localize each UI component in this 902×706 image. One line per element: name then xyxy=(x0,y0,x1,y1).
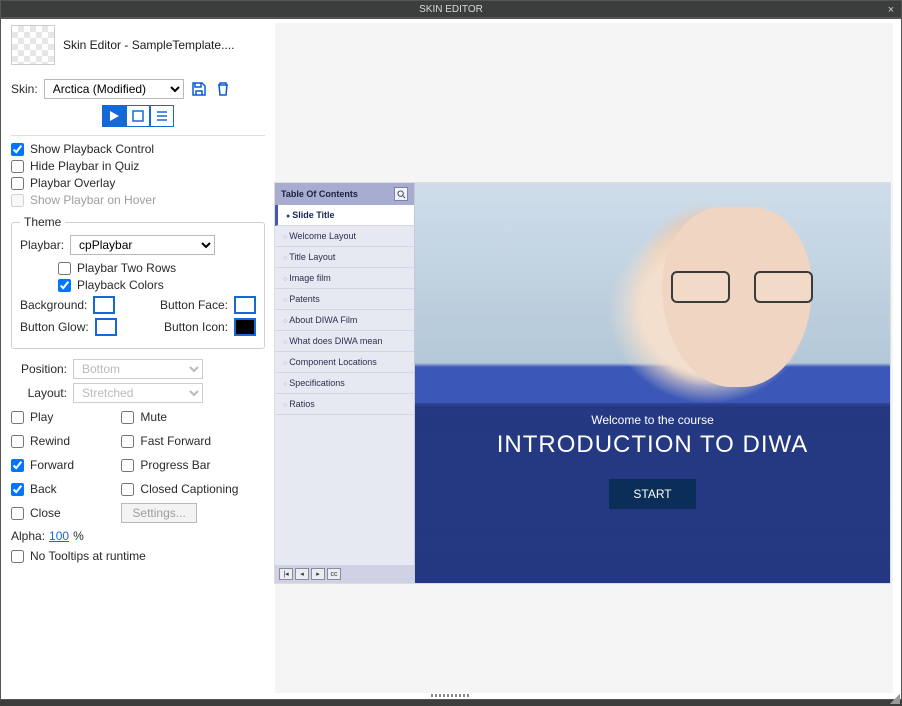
toc-item[interactable]: Ratios xyxy=(275,394,414,415)
playbar-cc-button[interactable]: cc xyxy=(327,568,341,580)
two-rows-checkbox[interactable] xyxy=(58,262,71,275)
skin-select-label: Skin: xyxy=(11,82,38,96)
playbar-select[interactable]: cpPlaybar xyxy=(70,235,215,255)
magnifier-icon xyxy=(397,190,406,199)
show-playbar-hover-checkbox xyxy=(11,194,24,207)
slide-preview: Table Of Contents Slide Title Welcome La… xyxy=(275,183,890,583)
toc-header: Table Of Contents xyxy=(281,189,358,199)
position-label: Position: xyxy=(11,362,67,376)
save-skin-button[interactable] xyxy=(190,80,208,98)
toc-list: Slide Title Welcome Layout Title Layout … xyxy=(275,205,414,415)
seg-border-mode[interactable] xyxy=(126,105,150,127)
progress-checkbox[interactable] xyxy=(121,459,134,472)
playback-colors-checkbox[interactable] xyxy=(58,279,71,292)
preview-toc: Table Of Contents Slide Title Welcome La… xyxy=(275,183,415,583)
square-icon xyxy=(131,109,145,123)
play-icon xyxy=(107,109,121,123)
layout-select: Stretched xyxy=(73,383,203,403)
alpha-suffix: % xyxy=(73,529,84,543)
glasses-illustration xyxy=(667,271,817,299)
resize-grip[interactable] xyxy=(9,693,893,697)
cc-settings-button: Settings... xyxy=(121,503,196,523)
window-titlebar: SKIN EDITOR × xyxy=(0,0,902,18)
seg-toc-mode[interactable] xyxy=(150,105,174,127)
back-checkbox[interactable] xyxy=(11,483,24,496)
face-swatch-label: Button Face: xyxy=(160,298,228,312)
position-select: Bottom xyxy=(73,359,203,379)
close-window-icon[interactable]: × xyxy=(883,1,899,17)
play-checkbox[interactable] xyxy=(11,411,24,424)
layout-label: Layout: xyxy=(11,386,67,400)
skin-select[interactable]: Arctica (Modified) xyxy=(44,79,184,99)
alpha-label: Alpha: xyxy=(11,529,45,543)
toc-item[interactable]: What does DIWA mean xyxy=(275,331,414,352)
resize-corner-icon[interactable] xyxy=(890,694,900,704)
preview-canvas: Table Of Contents Slide Title Welcome La… xyxy=(275,23,893,693)
toc-item[interactable]: Welcome Layout xyxy=(275,226,414,247)
seg-play-mode[interactable] xyxy=(102,105,126,127)
show-playback-checkbox[interactable] xyxy=(11,143,24,156)
preview-playbar: |◂ ◂ ▸ cc xyxy=(275,565,414,583)
button-face-color-swatch[interactable] xyxy=(234,296,256,314)
close-checkbox[interactable] xyxy=(11,507,24,520)
playbar-overlay-checkbox[interactable] xyxy=(11,177,24,190)
glow-swatch-label: Button Glow: xyxy=(20,320,89,334)
toc-search-button[interactable] xyxy=(394,187,408,201)
toc-item[interactable]: Title Layout xyxy=(275,247,414,268)
playbar-select-label: Playbar: xyxy=(20,238,64,252)
background-color-swatch[interactable] xyxy=(93,296,115,314)
alpha-value[interactable]: 100 xyxy=(49,529,69,543)
mode-segment xyxy=(11,105,265,127)
skin-identity-label: Skin Editor - SampleTemplate.... xyxy=(63,38,234,52)
playbar-back-button[interactable]: ◂ xyxy=(295,568,309,580)
list-icon xyxy=(155,109,169,123)
mute-checkbox[interactable] xyxy=(121,411,134,424)
window-title: SKIN EDITOR xyxy=(419,4,483,15)
fast-forward-checkbox[interactable] xyxy=(121,435,134,448)
toc-item[interactable]: Patents xyxy=(275,289,414,310)
no-tooltips-checkbox[interactable] xyxy=(11,550,24,563)
start-button[interactable]: START xyxy=(609,479,695,509)
stage-overlay: Welcome to the course INTRODUCTION TO DI… xyxy=(415,403,890,583)
skin-identity: Skin Editor - SampleTemplate.... xyxy=(11,25,265,65)
rewind-checkbox[interactable] xyxy=(11,435,24,448)
toc-item[interactable]: Slide Title xyxy=(275,205,414,226)
button-icon-color-swatch[interactable] xyxy=(234,318,256,336)
course-title: INTRODUCTION TO DIWA xyxy=(497,431,809,459)
cc-checkbox[interactable] xyxy=(121,483,134,496)
theme-group: Theme Playbar: cpPlaybar Playbar Two Row… xyxy=(11,215,265,349)
delete-skin-button[interactable] xyxy=(214,80,232,98)
toc-item[interactable]: About DIWA Film xyxy=(275,310,414,331)
toc-item[interactable]: Image film xyxy=(275,268,414,289)
toc-item[interactable]: Component Locations xyxy=(275,352,414,373)
playbar-rewind-button[interactable]: |◂ xyxy=(279,568,293,580)
slide-stage: Welcome to the course INTRODUCTION TO DI… xyxy=(415,183,890,583)
playbar-forward-button[interactable]: ▸ xyxy=(311,568,325,580)
hide-playbar-quiz-checkbox[interactable] xyxy=(11,160,24,173)
bg-swatch-label: Background: xyxy=(20,298,87,312)
skin-thumbnail xyxy=(11,25,55,65)
controls-panel: Skin Editor - SampleTemplate.... Skin: A… xyxy=(9,23,267,693)
course-subtitle: Welcome to the course xyxy=(591,413,714,427)
toc-item[interactable]: Specifications xyxy=(275,373,414,394)
button-glow-color-swatch[interactable] xyxy=(95,318,117,336)
trash-icon xyxy=(215,81,231,97)
floppy-icon xyxy=(191,81,207,97)
icon-swatch-label: Button Icon: xyxy=(164,320,228,334)
theme-legend: Theme xyxy=(20,215,65,229)
forward-checkbox[interactable] xyxy=(11,459,24,472)
